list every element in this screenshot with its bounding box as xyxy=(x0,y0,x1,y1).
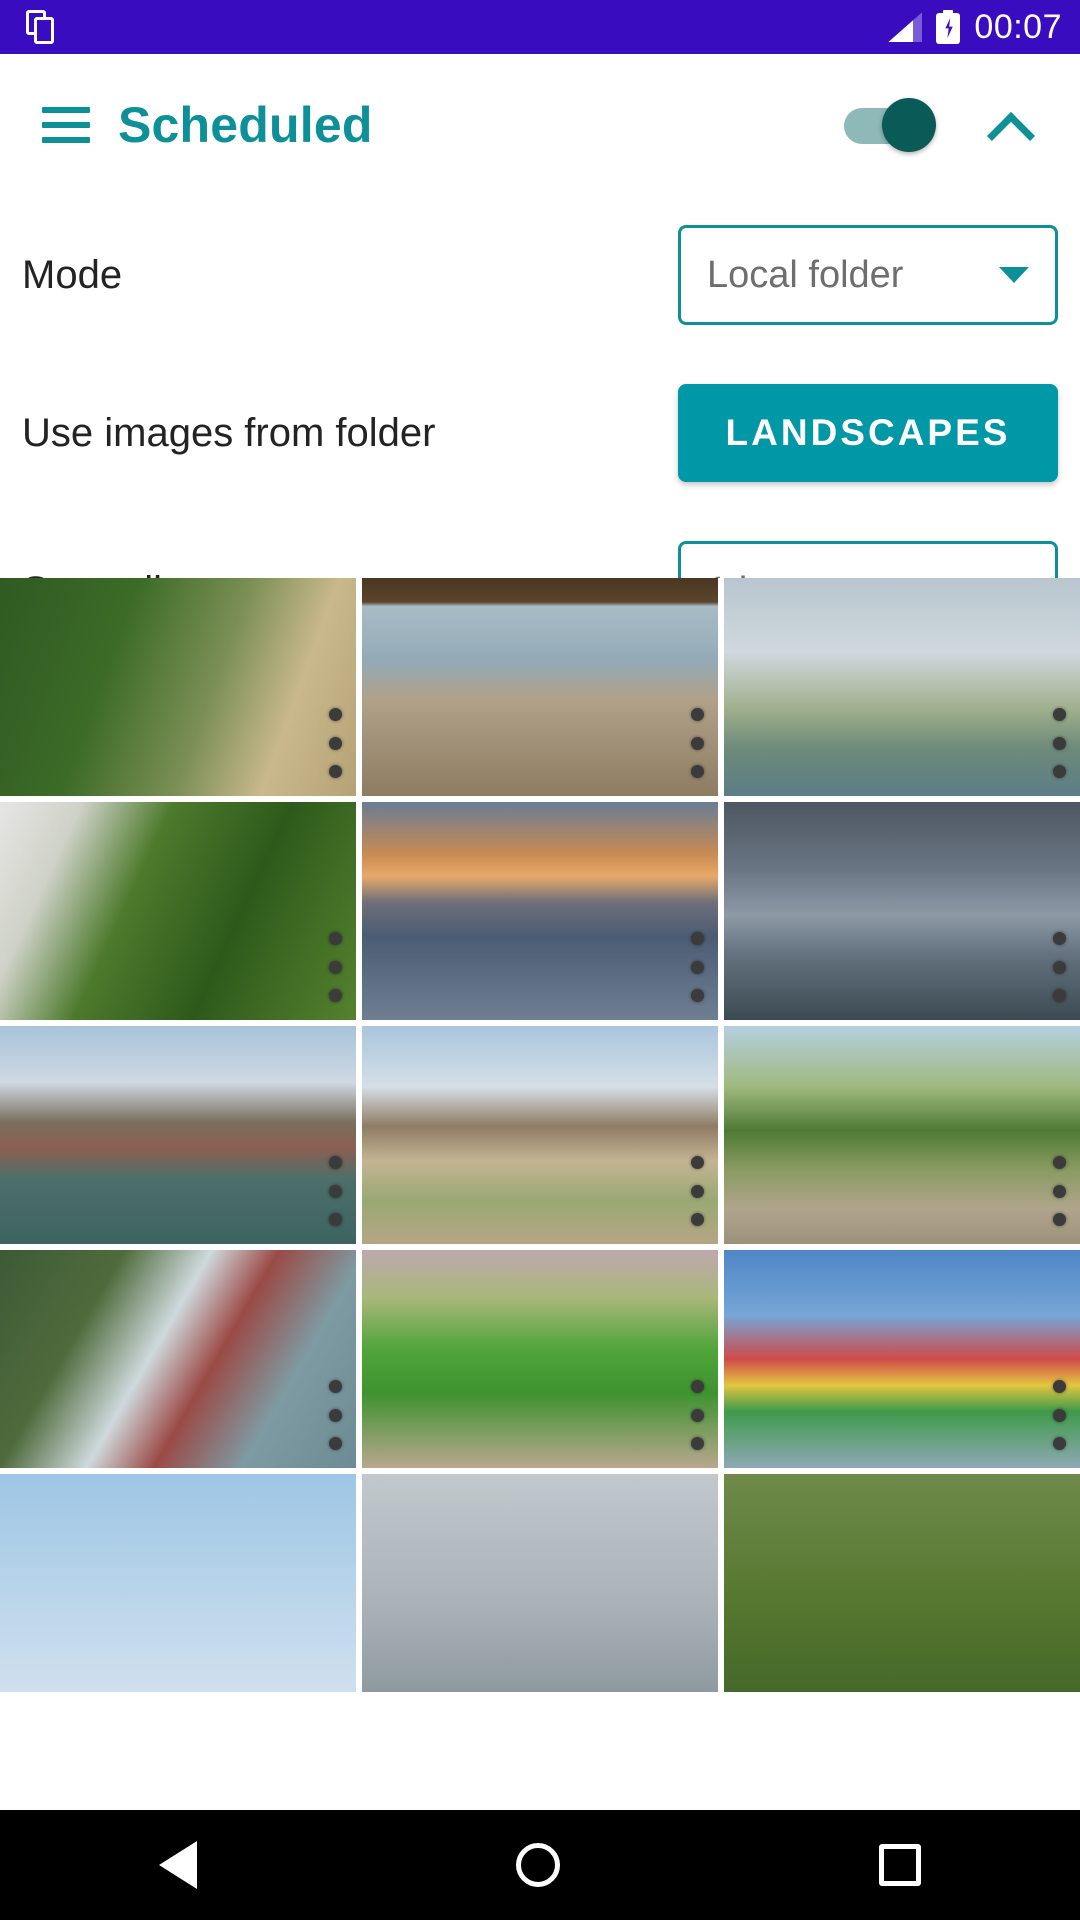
wallpaper-thumbnail-image xyxy=(0,1250,356,1468)
more-vertical-icon[interactable] xyxy=(1048,708,1070,778)
folder-select-button-label: LANDSCAPES xyxy=(725,412,1011,453)
more-vertical-icon[interactable] xyxy=(324,708,346,778)
signal-icon xyxy=(888,12,923,42)
wallpaper-thumbnail-image xyxy=(0,1026,356,1244)
status-clock: 00:07 xyxy=(974,7,1062,46)
wallpaper-thumbnail-image xyxy=(724,802,1080,1020)
status-bar-left xyxy=(26,10,56,44)
battery-charging-icon xyxy=(936,10,961,44)
mode-dropdown[interactable]: Local folder xyxy=(678,225,1058,325)
wallpaper-thumbnail[interactable] xyxy=(724,1474,1080,1692)
wallpaper-thumbnail-image xyxy=(724,1250,1080,1468)
wallpaper-thumbnail[interactable] xyxy=(0,1026,356,1244)
wallpaper-thumbnail[interactable] xyxy=(362,1474,718,1692)
wallpaper-thumbnail-image xyxy=(362,1474,718,1692)
home-icon[interactable] xyxy=(515,1843,560,1887)
wallpaper-thumbnail-image xyxy=(0,1474,356,1692)
more-vertical-icon[interactable] xyxy=(686,708,708,778)
recents-icon xyxy=(26,10,56,44)
wallpaper-thumbnail[interactable] xyxy=(724,578,1080,796)
settings-control-folder: LANDSCAPES xyxy=(678,384,1058,482)
more-vertical-icon[interactable] xyxy=(324,1380,346,1450)
more-vertical-icon[interactable] xyxy=(1048,1380,1070,1450)
wallpaper-thumbnail-image xyxy=(362,1250,718,1468)
wallpaper-thumbnail[interactable] xyxy=(724,1026,1080,1244)
wallpaper-thumbnail[interactable] xyxy=(0,802,356,1020)
wallpaper-thumbnail-image xyxy=(0,578,356,796)
folder-select-button[interactable]: LANDSCAPES xyxy=(678,384,1058,482)
system-nav-bar xyxy=(0,1810,1080,1920)
recents-square-icon[interactable] xyxy=(878,1844,921,1886)
page-title: Scheduled xyxy=(118,97,373,153)
more-vertical-icon[interactable] xyxy=(1048,932,1070,1002)
wallpaper-thumbnail[interactable] xyxy=(724,802,1080,1020)
wallpaper-thumbnail-image xyxy=(724,1026,1080,1244)
chevron-down-icon xyxy=(999,267,1029,283)
settings-control-mode: Local folder xyxy=(678,225,1058,325)
wallpaper-thumbnail-image xyxy=(724,1474,1080,1692)
app-header: Scheduled xyxy=(0,54,1080,196)
wallpaper-thumbnail[interactable] xyxy=(362,578,718,796)
more-vertical-icon[interactable] xyxy=(324,1156,346,1226)
more-vertical-icon[interactable] xyxy=(686,1380,708,1450)
more-vertical-icon[interactable] xyxy=(686,1156,708,1226)
status-bar: 00:07 xyxy=(0,0,1080,54)
hamburger-menu-icon[interactable] xyxy=(42,107,90,143)
wallpaper-thumbnail[interactable] xyxy=(0,578,356,796)
settings-row-folder: Use images from folder LANDSCAPES xyxy=(0,354,1080,512)
back-icon[interactable] xyxy=(159,1841,198,1889)
toggle-thumb xyxy=(882,98,936,152)
wallpaper-thumbnail-image xyxy=(724,578,1080,796)
status-bar-right: 00:07 xyxy=(888,8,1062,47)
more-vertical-icon[interactable] xyxy=(324,932,346,1002)
wallpaper-thumbnail-image xyxy=(362,1026,718,1244)
wallpaper-thumbnail[interactable] xyxy=(362,1026,718,1244)
more-vertical-icon[interactable] xyxy=(1048,1156,1070,1226)
wallpaper-thumbnail[interactable] xyxy=(0,1250,356,1468)
chevron-up-icon[interactable] xyxy=(986,101,1034,149)
wallpaper-thumbnail-image xyxy=(362,802,718,1020)
wallpaper-thumbnail[interactable] xyxy=(724,1250,1080,1468)
wallpaper-thumbnail[interactable] xyxy=(362,1250,718,1468)
wallpaper-thumbnail[interactable] xyxy=(362,802,718,1020)
wallpaper-thumbnail-image xyxy=(0,802,356,1020)
wallpaper-thumbnail[interactable] xyxy=(0,1474,356,1692)
more-vertical-icon[interactable] xyxy=(686,932,708,1002)
wallpaper-thumbnail-image xyxy=(362,578,718,796)
settings-label-mode: Mode xyxy=(22,252,123,297)
mode-dropdown-value: Local folder xyxy=(707,253,904,296)
settings-label-folder: Use images from folder xyxy=(22,410,436,455)
settings-row-mode: Mode Local folder xyxy=(0,196,1080,354)
scheduled-enable-toggle[interactable] xyxy=(844,98,940,152)
app-screen: 00:07 Scheduled Mode Local folder Use im… xyxy=(0,0,1080,1920)
wallpaper-photo-grid[interactable] xyxy=(0,578,1080,1860)
